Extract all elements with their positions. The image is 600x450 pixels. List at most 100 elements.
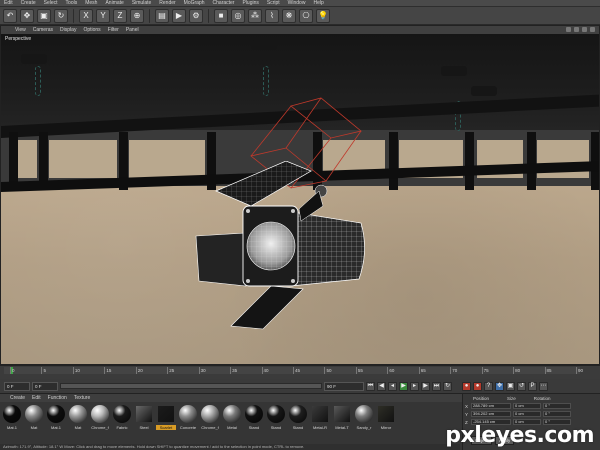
keyframe-selection-icon[interactable]: ? (484, 381, 493, 391)
material-swatch[interactable]: Steel (134, 405, 154, 430)
material-swatch[interactable]: Metal-R (310, 405, 330, 430)
menu-select[interactable]: Select (44, 0, 58, 6)
menu-edit[interactable]: Edit (4, 0, 13, 6)
undo-icon[interactable]: ↶ (3, 8, 17, 23)
cube-icon[interactable]: ■ (214, 8, 228, 23)
autokey-icon[interactable]: ● (473, 381, 482, 391)
render-icon[interactable]: ▶ (172, 8, 186, 23)
size-field[interactable]: 0 cm (513, 411, 541, 417)
record-icon[interactable]: ● (462, 381, 471, 391)
camera-icon[interactable]: ⎔ (299, 8, 313, 23)
rotation-field[interactable]: 0 ° (543, 403, 571, 409)
material-swatch[interactable]: Stand (244, 405, 264, 430)
viewport-menu-view[interactable]: View (15, 27, 26, 33)
material-menu-function[interactable]: Function (48, 395, 67, 401)
light-icon[interactable]: 💡 (316, 8, 330, 23)
x-axis-icon[interactable]: X (79, 8, 93, 23)
menu-render[interactable]: Render (159, 0, 175, 6)
rotate-view-icon[interactable] (582, 27, 587, 32)
material-swatch[interactable]: Chrome_f (200, 405, 220, 430)
move-icon[interactable]: ✥ (20, 8, 34, 23)
next-key-icon[interactable]: ▶ (421, 381, 430, 391)
maximize-icon[interactable] (590, 27, 595, 32)
menu-create[interactable]: Create (21, 0, 36, 6)
material-swatch[interactable]: Scarlet (156, 405, 176, 430)
menu-animate[interactable]: Animate (105, 0, 123, 6)
position-field[interactable]: 288.789 cm (471, 403, 511, 409)
material-swatch[interactable]: Stand (288, 405, 308, 430)
loop-icon[interactable]: ↻ (443, 381, 452, 391)
timeline-ruler[interactable]: 0 5 10 15 20 25 30 35 40 45 50 55 60 65 70 75 80 85 90 (4, 367, 583, 374)
perspective-viewport[interactable]: View Cameras Display Options Filter Panel Per… (0, 25, 600, 365)
render-settings-icon[interactable]: ⚙ (189, 8, 203, 23)
timeline-tick-label: 75 (483, 368, 489, 373)
material-menu-texture[interactable]: Texture (74, 395, 90, 401)
viewport-menu-display[interactable]: Display (60, 27, 76, 33)
position-field[interactable]: 394.202 cm (471, 411, 511, 417)
menu-tools[interactable]: Tools (66, 0, 78, 6)
rotation-field[interactable]: 0 ° (543, 411, 571, 417)
menu-simulate[interactable]: Simulate (132, 0, 151, 6)
material-preview (334, 406, 350, 422)
material-menu-edit[interactable]: Edit (32, 395, 41, 401)
zoom-icon[interactable] (574, 27, 579, 32)
timeline-tick (72, 367, 74, 374)
prev-frame-icon[interactable]: ◂ (388, 381, 397, 391)
material-swatch[interactable]: Chrome_f (90, 405, 110, 430)
go-to-end-icon[interactable]: ⏭ (432, 381, 441, 391)
viewport-menu-filter[interactable]: Filter (108, 27, 119, 33)
material-swatch[interactable]: Mat (24, 405, 44, 430)
world-icon[interactable]: ⊕ (130, 8, 144, 23)
material-swatch[interactable]: Mirror (376, 405, 396, 430)
material-swatch[interactable]: Mat (68, 405, 88, 430)
rotate-icon[interactable]: ↻ (54, 8, 68, 23)
viewport-menu-panel[interactable]: Panel (126, 27, 139, 33)
material-swatch[interactable]: Mat.1 (2, 405, 22, 430)
end-frame-field[interactable]: 90 F (324, 381, 364, 391)
nurbs-icon[interactable]: ◎ (231, 8, 245, 23)
go-to-start-icon[interactable]: ⏮ (366, 381, 375, 391)
scale-icon[interactable]: ▣ (37, 8, 51, 23)
next-frame-icon[interactable]: ▸ (410, 381, 419, 391)
timeline-tick-label: 45 (295, 368, 301, 373)
menu-mesh[interactable]: Mesh (85, 0, 97, 6)
material-swatch[interactable]: Sandy_r (354, 405, 374, 430)
timeline[interactable]: 0 5 10 15 20 25 30 35 40 45 50 55 60 65 70 75 80 85 90 (0, 365, 600, 379)
start-frame-field[interactable]: 0 F (32, 381, 58, 391)
z-axis-icon[interactable]: Z (113, 8, 127, 23)
viewport-menu-options[interactable]: Options (83, 27, 100, 33)
frame-range-slider[interactable] (60, 383, 322, 389)
menu-plugins[interactable]: Plugins (242, 0, 258, 6)
menu-mograph[interactable]: MoGraph (184, 0, 205, 6)
scale-key-icon[interactable]: ▣ (506, 381, 515, 391)
menu-window[interactable]: Window (288, 0, 306, 6)
material-swatch[interactable]: Metal-T (332, 405, 352, 430)
material-swatch[interactable]: Mat.1 (46, 405, 66, 430)
material-label: Scarlet (156, 425, 176, 430)
material-swatch[interactable]: Fabric (112, 405, 132, 430)
pan-icon[interactable] (566, 27, 571, 32)
render-view-icon[interactable]: ▤ (155, 8, 169, 23)
material-swatch[interactable]: Metal (222, 405, 242, 430)
parameter-key-icon[interactable]: P (528, 381, 537, 391)
position-key-icon[interactable]: ✥ (495, 381, 504, 391)
material-swatch[interactable]: Stand (266, 405, 286, 430)
menu-character[interactable]: Character (213, 0, 235, 6)
menu-script[interactable]: Script (267, 0, 280, 6)
scene-icon[interactable]: ❋ (282, 8, 296, 23)
play-icon[interactable]: ▶ (399, 381, 408, 391)
array-icon[interactable]: ⁂ (248, 8, 262, 23)
size-field[interactable]: 0 cm (513, 403, 541, 409)
current-frame-field[interactable]: 0 F (4, 381, 30, 391)
viewport-menu-cameras[interactable]: Cameras (33, 27, 53, 33)
rotation-key-icon[interactable]: ↺ (517, 381, 526, 391)
prev-key-icon[interactable]: ◀ (377, 381, 386, 391)
menu-help[interactable]: Help (313, 0, 323, 6)
deformer-icon[interactable]: ⌇ (265, 8, 279, 23)
material-swatch[interactable]: Concrete (178, 405, 198, 430)
spotlight-model[interactable] (191, 161, 371, 331)
y-axis-icon[interactable]: Y (96, 8, 110, 23)
point-level-icon[interactable]: ⋯ (539, 381, 548, 391)
timeline-tick (167, 367, 169, 374)
material-menu-create[interactable]: Create (10, 395, 25, 401)
